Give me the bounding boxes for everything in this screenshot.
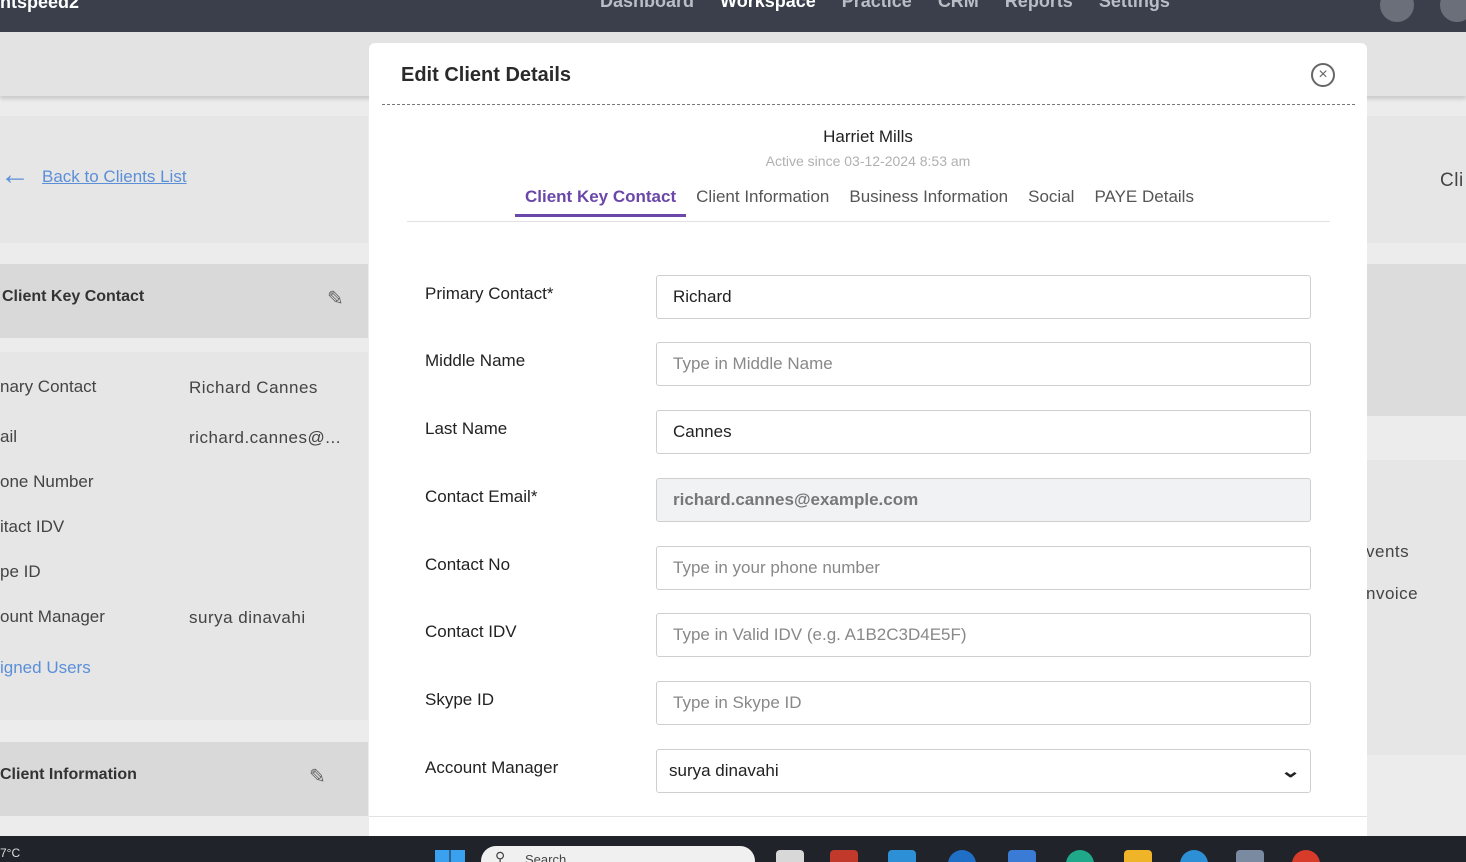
middle-name-label: Middle Name [425, 351, 526, 370]
client-key-contact-header: Client Key Contact ✎ [0, 264, 368, 338]
section-title: Client Key Contact [2, 288, 145, 305]
arrow-left-icon: ← [0, 158, 30, 191]
modal-tabs: Client Key Contact Client Information Bu… [515, 181, 1204, 217]
field-value: surya dinavahi [189, 608, 306, 627]
brand-logo-text[interactable]: ntspeed2 [0, 0, 79, 13]
weather-temp[interactable]: 7°C [0, 846, 20, 860]
taskbar-search-text: Search [525, 852, 567, 862]
primary-contact-input[interactable] [656, 275, 1311, 319]
account-manager-value: surya dinavahi [669, 761, 779, 780]
nav-dashboard[interactable]: Dashboard [600, 0, 694, 12]
chrome-browser-icon[interactable] [1292, 850, 1320, 862]
key-contact-body: nary Contact Richard Cannes ail richard.… [0, 352, 368, 720]
pencil-icon[interactable]: ✎ [309, 764, 326, 789]
field-label: ail [0, 427, 18, 446]
field-value: richard.cannes@... [189, 428, 341, 447]
close-icon[interactable]: × [1311, 63, 1335, 87]
os-taskbar: 7°C ⚲ Search [0, 836, 1466, 862]
field-label: pe ID [0, 562, 41, 581]
search-icon: ⚲ [495, 849, 506, 862]
modal-title: Edit Client Details [401, 64, 572, 86]
left-panel: ← Back to Clients List Client Key Contac… [0, 116, 368, 836]
tab-paye-details[interactable]: PAYE Details [1084, 181, 1204, 217]
primary-contact-label: Primary Contact* [425, 284, 554, 303]
user-avatar[interactable] [1380, 0, 1414, 22]
edge-browser-icon[interactable] [1066, 850, 1094, 862]
account-manager-select[interactable]: surya dinavahi ⌄ [656, 749, 1311, 793]
contact-idv-input[interactable] [656, 613, 1311, 657]
nav-practice[interactable]: Practice [842, 0, 912, 12]
tab-social[interactable]: Social [1018, 181, 1084, 217]
app-icon[interactable] [1008, 850, 1036, 862]
hp-app-icon[interactable] [948, 850, 976, 862]
tab-client-key-contact[interactable]: Client Key Contact [515, 181, 687, 217]
field-label: nary Contact [0, 377, 97, 396]
tab-business-information[interactable]: Business Information [839, 181, 1018, 217]
middle-name-input[interactable] [656, 342, 1311, 386]
store-app-icon[interactable] [888, 850, 916, 862]
pencil-icon[interactable]: ✎ [327, 286, 344, 311]
footer-divider [369, 816, 1367, 817]
file-explorer-icon[interactable] [1124, 850, 1152, 862]
back-to-clients[interactable]: ← Back to Clients List [0, 160, 187, 190]
right-title-text: Cli [1440, 170, 1464, 191]
right-item-invoice[interactable]: nvoice [1366, 584, 1418, 604]
skype-id-label: Skype ID [425, 690, 494, 709]
back-to-clients-link[interactable]: Back to Clients List [42, 167, 187, 187]
section-title: Client Information [0, 766, 137, 783]
main-nav: Dashboard Workspace Practice CRM Reports… [600, 0, 1170, 12]
nav-workspace[interactable]: Workspace [720, 0, 816, 12]
mail-app-icon[interactable] [830, 850, 858, 862]
last-name-input[interactable] [656, 410, 1311, 454]
nav-reports[interactable]: Reports [1005, 0, 1073, 12]
top-nav-bar: ntspeed2 Dashboard Workspace Practice CR… [0, 0, 1466, 32]
contact-no-input[interactable] [656, 546, 1311, 590]
chevron-down-icon: ⌄ [1279, 760, 1302, 781]
windows-start-icon[interactable] [435, 850, 465, 862]
field-label: itact IDV [0, 517, 65, 536]
contact-email-label: Contact Email* [425, 487, 538, 506]
calculator-icon[interactable] [1236, 850, 1264, 862]
header-divider [382, 104, 1355, 105]
field-label: one Number [0, 472, 94, 491]
nav-crm[interactable]: CRM [938, 0, 979, 12]
right-block-1 [1366, 264, 1466, 416]
last-name-label: Last Name [425, 419, 508, 438]
right-block-2: vents nvoice [1366, 460, 1466, 755]
right-item-events[interactable]: vents [1366, 542, 1409, 562]
app-icon[interactable] [1180, 850, 1208, 862]
back-block: ← Back to Clients List [0, 116, 368, 243]
account-manager-label: Account Manager [425, 758, 559, 777]
assigned-users-link[interactable]: igned Users [0, 658, 91, 678]
tab-client-information[interactable]: Client Information [686, 181, 839, 217]
contact-no-label: Contact No [425, 555, 511, 574]
field-label: ount Manager [0, 607, 105, 626]
task-view-icon[interactable] [776, 850, 804, 862]
field-value: Richard Cannes [189, 378, 318, 397]
active-since: Active since 03-12-2024 8:53 am [765, 153, 971, 169]
client-information-header: Client Information ✎ [0, 742, 368, 816]
taskbar-search[interactable]: ⚲ Search [481, 846, 755, 862]
contact-idv-label: Contact IDV [425, 622, 517, 641]
contact-email-input [656, 478, 1311, 522]
right-header-block: Cli [1366, 116, 1466, 243]
edit-client-modal: Edit Client Details × Harriet Mills Acti… [369, 43, 1367, 836]
skype-id-input[interactable] [656, 681, 1311, 725]
nav-settings[interactable]: Settings [1099, 0, 1170, 12]
client-name: Harriet Mills [823, 127, 913, 146]
power-icon[interactable] [1440, 0, 1466, 22]
tabs-divider [407, 221, 1330, 222]
